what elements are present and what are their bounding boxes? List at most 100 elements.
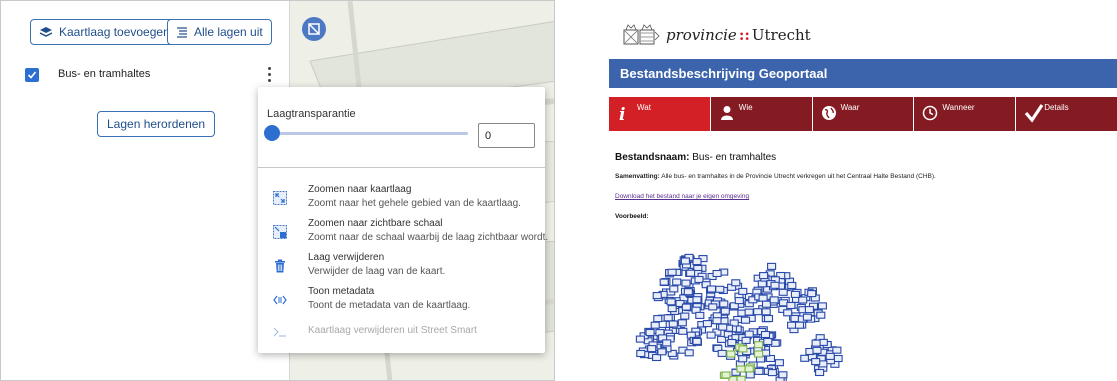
bus-stop-marker xyxy=(800,354,810,362)
bus-stop-marker xyxy=(635,335,645,343)
tram-stop-marker xyxy=(744,365,754,373)
bus-stop-marker xyxy=(720,307,730,315)
bus-stop-markers xyxy=(635,253,843,381)
menu-item-description: Toont de metadata van de kaartlaag. xyxy=(308,300,471,311)
zoom-extent-icon xyxy=(272,190,288,206)
bus-stop-marker xyxy=(832,346,842,354)
tab-details[interactable]: Details xyxy=(1016,97,1117,131)
bus-stop-marker xyxy=(763,337,773,346)
bus-stop-marker xyxy=(650,321,660,329)
tab-wie[interactable]: Wie xyxy=(710,97,813,131)
tab-wanneer[interactable]: Wanneer xyxy=(914,97,1017,131)
add-layer-label: Kaartlaag toevoegen xyxy=(59,25,170,39)
download-link[interactable]: Download het bestand naar je eigen omgev… xyxy=(615,193,749,200)
bus-stop-marker xyxy=(652,292,662,300)
bus-stop-marker xyxy=(816,311,826,319)
menu-item-zoom-to-layer[interactable]: Zoomen naar kaartlaag Zoomt naar het geh… xyxy=(258,184,545,218)
bus-stop-marker xyxy=(811,358,821,366)
tram-stop-marker xyxy=(738,345,748,353)
bus-stop-marker xyxy=(778,371,788,379)
menu-item-title: Laag verwijderen xyxy=(308,252,385,263)
reorder-layers-label: Lagen herordenen xyxy=(107,117,206,131)
bus-stop-marker xyxy=(666,298,676,306)
transparency-slider-handle[interactable] xyxy=(264,125,280,141)
bus-stop-marker xyxy=(717,349,727,357)
bus-stop-marker xyxy=(692,258,702,266)
menu-item-description: Verwijder de laag van de kaart. xyxy=(308,266,446,277)
tab-label: Details xyxy=(1044,103,1069,112)
transparency-label: Laagtransparantie xyxy=(267,108,356,120)
info-icon: i xyxy=(617,105,629,125)
bus-stop-marker xyxy=(680,257,690,265)
bus-stop-marker xyxy=(692,296,702,304)
tab-label: Waar xyxy=(840,103,860,112)
clock-icon xyxy=(922,105,938,123)
bus-stop-marker xyxy=(672,278,682,286)
bus-stop-marker xyxy=(774,359,784,367)
bus-stop-marker xyxy=(645,328,655,337)
logo-word-provincie: provincie xyxy=(666,26,737,44)
bus-stop-marker xyxy=(815,368,825,377)
bus-stop-marker xyxy=(715,285,725,293)
bus-stop-marker xyxy=(744,330,754,338)
menu-item-title: Toon metadata xyxy=(308,286,375,297)
bus-stop-marker xyxy=(744,308,754,316)
logo-separator: :: xyxy=(738,26,750,44)
tram-stop-marker xyxy=(754,341,764,349)
file-name-line: Bestandsnaam: Bus- en tramhaltes xyxy=(615,152,776,163)
preview-label: Voorbeeld: xyxy=(615,213,649,220)
bus-stop-marker xyxy=(761,308,771,316)
bus-stop-marker xyxy=(727,338,737,347)
province-logo-text: provincie:: Utrecht xyxy=(666,26,811,44)
bus-stop-marker xyxy=(825,352,835,360)
menu-item-show-metadata[interactable]: Toon metadata Toont de metadata van de k… xyxy=(258,286,545,320)
bus-stop-marker xyxy=(761,300,772,308)
map-tool-button[interactable] xyxy=(302,17,326,41)
page-title: Bestandsbeschrijving Geoportaal xyxy=(620,66,828,81)
bus-stop-marker xyxy=(681,279,691,287)
metadata-tabs: i Wat Wie Waar Wanneer Details xyxy=(609,97,1117,131)
tab-wat[interactable]: i Wat xyxy=(609,97,711,131)
bus-stop-marker xyxy=(719,300,729,308)
all-layers-off-button[interactable]: Alle lagen uit xyxy=(167,19,272,45)
preview-map-image xyxy=(635,253,843,381)
bus-stop-marker xyxy=(702,320,712,328)
tram-stop-marker xyxy=(736,365,746,373)
bus-stop-marker xyxy=(712,269,722,278)
bus-stop-marker xyxy=(812,346,822,354)
bus-stop-marker xyxy=(662,339,672,347)
menu-divider xyxy=(258,167,545,168)
layer-options-menu: Laagtransparantie 0 Zoomen naar kaartlaa… xyxy=(258,87,548,353)
check-icon xyxy=(27,71,37,79)
checkmark-icon xyxy=(1024,103,1044,125)
layer-panel-screenshot: Kaartlaag toevoegen Alle lagen uit Bus- … xyxy=(0,0,555,381)
summary-value: Alle bus- en tramhaltes in de Provincie … xyxy=(661,173,936,180)
add-layer-button[interactable]: Kaartlaag toevoegen xyxy=(30,19,179,45)
transparency-slider-track[interactable] xyxy=(271,132,468,135)
bus-stop-marker xyxy=(678,327,688,335)
bus-stop-marker xyxy=(760,330,771,339)
bus-stop-marker xyxy=(731,279,741,287)
svg-text:i: i xyxy=(619,105,625,123)
tram-stop-marker xyxy=(754,350,764,358)
bus-stop-marker xyxy=(811,339,821,347)
tab-waar[interactable]: Waar xyxy=(812,97,915,131)
list-icon xyxy=(177,27,187,38)
tram-stop-marker xyxy=(721,371,731,379)
transparency-input[interactable]: 0 xyxy=(478,123,535,148)
layer-visibility-checkbox[interactable] xyxy=(25,68,39,82)
layer-name: Bus- en tramhaltes xyxy=(58,68,151,80)
reorder-layers-button[interactable]: Lagen herordenen xyxy=(97,111,216,137)
bus-stop-marker xyxy=(657,348,667,356)
tab-label: Wanneer xyxy=(942,103,975,112)
logo-word-utrecht: Utrecht xyxy=(751,26,811,44)
bus-stop-marker xyxy=(741,336,751,344)
bus-stop-marker xyxy=(778,288,788,296)
file-name-label: Bestandsnaam: xyxy=(615,152,690,163)
trash-icon xyxy=(272,258,288,274)
layer-options-icon[interactable] xyxy=(264,64,274,84)
menu-item-remove-layer[interactable]: Laag verwijderen Verwijder de laag van d… xyxy=(258,252,545,286)
bus-stop-marker xyxy=(686,269,696,277)
menu-item-zoom-to-scale[interactable]: Zoomen naar zichtbare schaal Zoomt naar … xyxy=(258,218,548,252)
bus-stop-marker xyxy=(790,314,800,323)
